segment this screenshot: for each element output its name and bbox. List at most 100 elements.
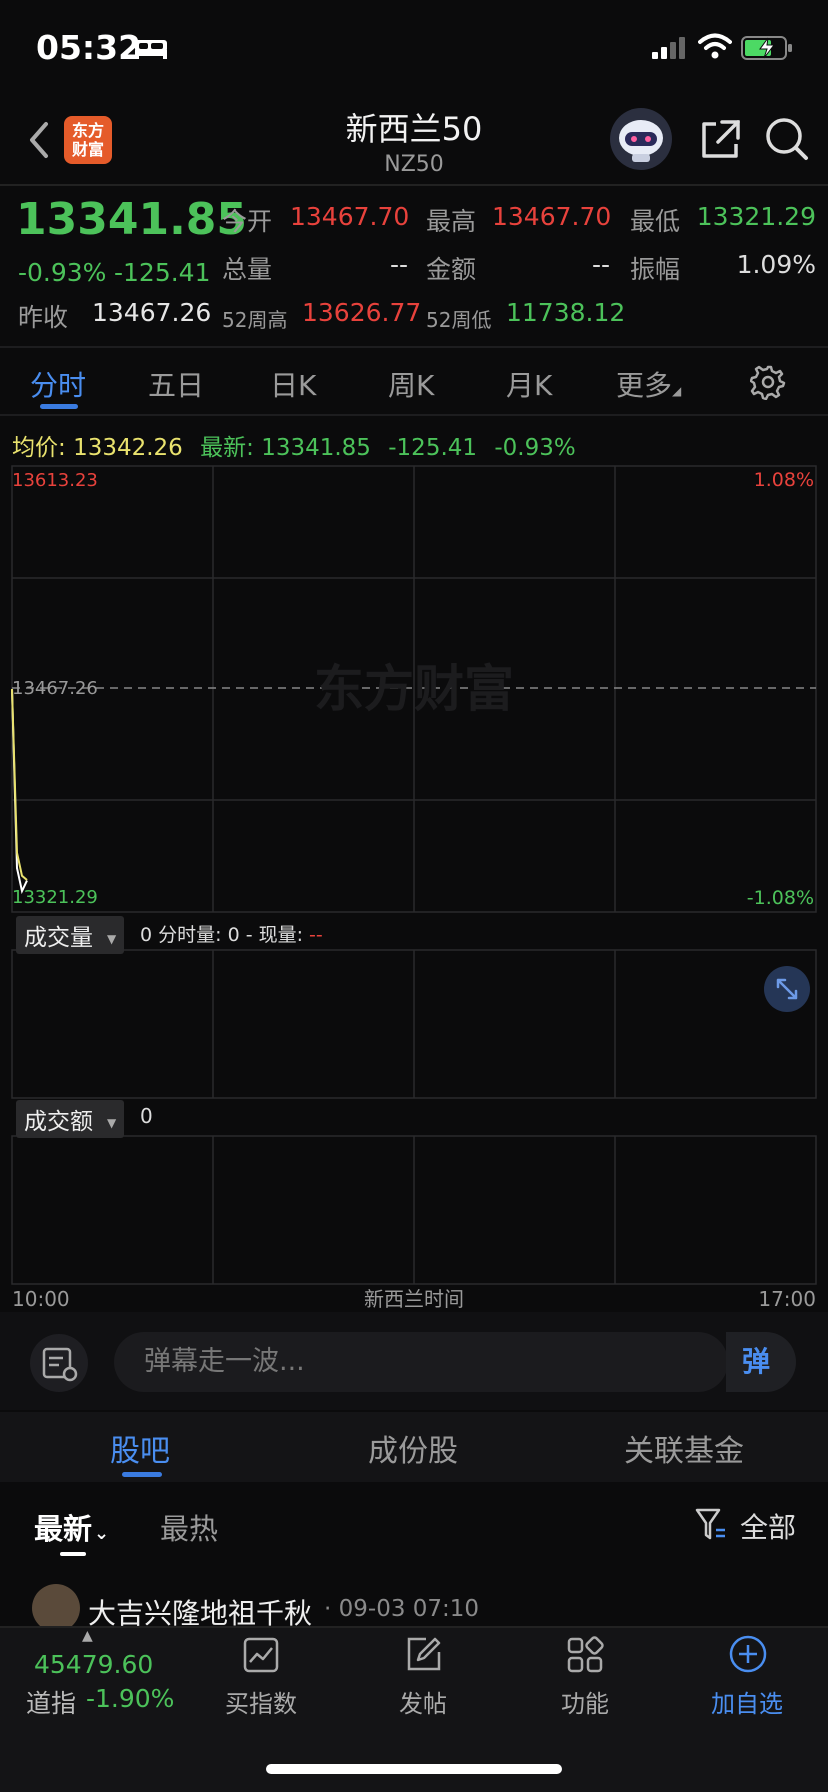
latest-pct: -0.93%: [494, 435, 576, 461]
tab-five-day[interactable]: 五日: [148, 364, 204, 404]
wifi-icon: [698, 33, 732, 59]
filter-icon[interactable]: [694, 1506, 728, 1544]
wk52-low-value: 11738.12: [506, 298, 626, 327]
nav-post[interactable]: 发帖: [372, 1684, 474, 1719]
active-sort-indicator: [60, 1552, 86, 1556]
chevron-down-icon: ▼: [107, 931, 117, 946]
sort-hottest[interactable]: 最热: [160, 1506, 218, 1548]
danmu-input[interactable]: 弹幕走一波...: [114, 1332, 728, 1392]
amplitude-value: 1.09%: [736, 250, 816, 279]
volume-now-value: --: [309, 924, 323, 946]
avg-price-line: [11, 688, 28, 881]
tab-stock-forum[interactable]: 股吧: [110, 1426, 170, 1470]
nav-add-watchlist[interactable]: 加自选: [696, 1684, 798, 1719]
volume-dropdown-label: 成交量: [24, 925, 93, 951]
chart-bottom-price: 13321.29: [12, 887, 98, 908]
dow-index-change[interactable]: -1.90%: [86, 1684, 174, 1713]
latest-value: 13341.85: [261, 435, 371, 461]
danmu-send-button[interactable]: 弹: [726, 1332, 796, 1392]
filter-all[interactable]: 全部: [740, 1506, 796, 1546]
sort-newest-label: 最新: [34, 1512, 93, 1546]
amount-dropdown-label: 成交额: [24, 1109, 93, 1135]
low-value: 13321.29: [696, 202, 816, 231]
expand-arrows-icon: [776, 978, 798, 1000]
tab-related-funds[interactable]: 关联基金: [624, 1426, 744, 1470]
chevron-down-icon: ▼: [107, 1115, 117, 1130]
nav-functions[interactable]: 功能: [534, 1684, 636, 1719]
intraday-chart[interactable]: 东方财富 13613.23 13467.26 13321.29 1.08% -1…: [0, 460, 828, 1320]
active-tab-indicator: [40, 404, 78, 409]
dow-index-label[interactable]: 道指: [26, 1684, 76, 1720]
plus-circle-icon[interactable]: [728, 1634, 768, 1674]
buy-index-chart-icon[interactable]: [242, 1636, 280, 1674]
volume-info: 0 分时量: 0 - 现量: --: [140, 920, 323, 947]
compose-edit-icon[interactable]: [404, 1634, 444, 1674]
price-legend: 均价: 13342.26 最新: 13341.85 -125.41 -0.93%: [12, 428, 576, 462]
current-price: 13341.85: [16, 194, 248, 245]
tab-daily-k[interactable]: 日K: [270, 364, 316, 404]
tab-more[interactable]: 更多◢: [616, 364, 681, 404]
chevron-down-icon: ⌄: [94, 1523, 110, 1544]
change-amount: -125.41: [114, 258, 211, 287]
amount-info: 0: [140, 1104, 153, 1128]
gear-icon[interactable]: [750, 364, 786, 400]
open-value: 13467.70: [290, 202, 410, 231]
tab-monthly-k[interactable]: 月K: [506, 364, 552, 404]
tab-weekly-k[interactable]: 周K: [388, 364, 434, 404]
high-value: 13467.70: [492, 202, 612, 231]
quote-divider: [0, 346, 828, 348]
active-subtab-indicator: [122, 1472, 162, 1477]
change-percent: -0.93%: [18, 258, 107, 287]
tab-intraday[interactable]: 分时: [30, 364, 86, 404]
volume-info-text: 0 分时量: 0 - 现量:: [140, 924, 303, 946]
nav-buy-index[interactable]: 买指数: [210, 1684, 312, 1719]
open-label: 今开: [222, 207, 273, 236]
time-axis-zone: 新西兰时间: [364, 1287, 464, 1311]
grid-apps-icon[interactable]: [566, 1636, 604, 1674]
home-indicator: [266, 1764, 562, 1774]
caret-up-icon: ▲: [82, 1628, 93, 1644]
tabs-divider: [0, 414, 828, 416]
sleep-bed-icon: [135, 40, 167, 59]
time-axis-start: 10:00: [12, 1287, 70, 1311]
amount-value: --: [591, 250, 610, 279]
wk52-high-label: 52周高: [222, 308, 288, 332]
amount-indicator-dropdown[interactable]: 成交额 ▼: [16, 1100, 125, 1138]
amount-label: 金额: [426, 255, 477, 284]
tab-more-caret-icon: ◢: [672, 384, 682, 398]
dow-index-value[interactable]: 45479.60: [34, 1650, 153, 1679]
volume-value: --: [389, 250, 408, 279]
chart-top-pct: 1.08%: [754, 469, 814, 491]
time-axis-end: 17:00: [758, 1287, 816, 1311]
chart-bottom-pct: -1.08%: [747, 887, 814, 909]
high-label: 最高: [426, 207, 477, 236]
battery-charging-icon: [741, 36, 792, 60]
expand-chart-button[interactable]: [764, 966, 810, 1012]
post-time: · 09-03 07:10: [324, 1596, 480, 1622]
avatar[interactable]: [32, 1584, 80, 1632]
ai-assistant-robot-icon[interactable]: [610, 108, 672, 170]
amplitude-label: 振幅: [630, 255, 681, 284]
chart-watermark: 东方财富: [314, 660, 514, 718]
status-time: 05:32: [36, 28, 142, 67]
sort-newest[interactable]: 最新 ⌄: [34, 1506, 109, 1548]
volume-label: 总量: [222, 255, 273, 284]
low-label: 最低: [630, 207, 681, 236]
share-export-icon[interactable]: [698, 118, 742, 162]
latest-label: 最新:: [200, 435, 254, 461]
tab-constituents[interactable]: 成份股: [368, 1426, 458, 1470]
header-divider: [0, 184, 828, 186]
avg-label: 均价:: [12, 435, 66, 461]
danmu-settings-button[interactable]: [30, 1334, 88, 1392]
note-list-icon: [42, 1347, 78, 1382]
wk52-high-value: 13626.77: [302, 298, 422, 327]
volume-indicator-dropdown[interactable]: 成交量 ▼: [16, 916, 125, 954]
wk52-low-label: 52周低: [426, 308, 492, 332]
chart-top-price: 13613.23: [12, 470, 98, 491]
search-icon[interactable]: [764, 116, 810, 162]
prev-close-label: 昨收: [18, 303, 69, 332]
latest-change: -125.41: [388, 435, 478, 461]
tab-more-label: 更多: [616, 369, 673, 402]
prev-close-value: 13467.26: [92, 298, 212, 327]
avg-value: 13342.26: [73, 435, 183, 461]
